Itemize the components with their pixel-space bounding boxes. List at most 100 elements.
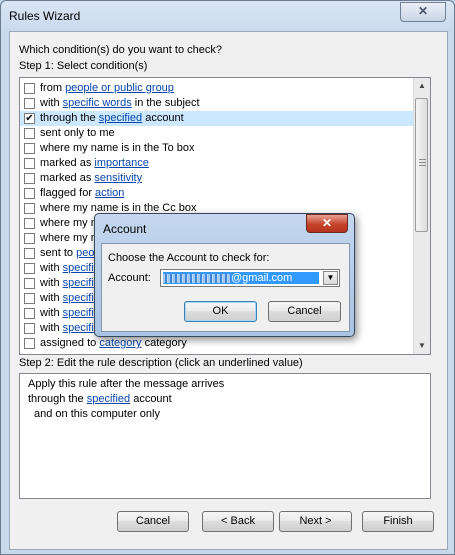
account-dialog: Account ✕ Choose the Account to check fo… bbox=[94, 213, 355, 337]
condition-item[interactable]: marked as sensitivity bbox=[20, 171, 414, 186]
window-title: Rules Wizard bbox=[9, 9, 81, 23]
condition-link[interactable]: importance bbox=[94, 157, 148, 169]
condition-text: marked as importance bbox=[40, 156, 149, 171]
conditions-scrollbar[interactable]: ▲ ▼ bbox=[413, 78, 430, 354]
condition-text: sent to peo bbox=[40, 246, 94, 261]
checkbox[interactable] bbox=[24, 128, 35, 139]
condition-label: with bbox=[40, 262, 63, 274]
condition-item[interactable]: from people or public group bbox=[20, 81, 414, 96]
condition-link[interactable]: specific words bbox=[63, 97, 132, 109]
condition-item[interactable]: sent only to me bbox=[20, 126, 414, 141]
account-domain: @gmail.com bbox=[231, 272, 293, 284]
condition-link[interactable]: category bbox=[99, 337, 141, 349]
condition-link[interactable]: action bbox=[95, 187, 124, 199]
dialog-title: Account bbox=[103, 222, 147, 236]
condition-label: with bbox=[40, 322, 63, 334]
checkbox[interactable] bbox=[24, 263, 35, 274]
condition-label: account bbox=[142, 112, 184, 124]
checkbox[interactable] bbox=[24, 173, 35, 184]
account-dropdown[interactable]: @gmail.com ▼ bbox=[160, 269, 340, 287]
condition-label: category bbox=[141, 337, 187, 349]
checkbox[interactable] bbox=[24, 233, 35, 244]
step1-label: Step 1: Select condition(s) bbox=[19, 60, 148, 72]
condition-label: marked as bbox=[40, 172, 95, 184]
condition-label: in the subject bbox=[131, 97, 200, 109]
condition-label: marked as bbox=[40, 157, 95, 169]
checkbox[interactable] bbox=[24, 83, 35, 94]
condition-link[interactable]: specifi bbox=[63, 292, 94, 304]
condition-text: with specifi bbox=[40, 291, 94, 306]
ok-button[interactable]: OK bbox=[184, 301, 257, 322]
condition-label: with bbox=[40, 277, 63, 289]
condition-text: flagged for action bbox=[40, 186, 124, 201]
condition-label: where my name is in the To box bbox=[40, 142, 195, 154]
condition-label: with bbox=[40, 292, 63, 304]
checkbox[interactable] bbox=[24, 248, 35, 259]
condition-link[interactable]: peo bbox=[76, 247, 94, 259]
conditions-question: Which condition(s) do you want to check? bbox=[19, 44, 222, 56]
condition-item[interactable]: ✔ through the specified account bbox=[20, 111, 414, 126]
condition-item[interactable]: assigned to category category bbox=[20, 336, 414, 351]
condition-label: with bbox=[40, 97, 63, 109]
condition-link[interactable]: people or public group bbox=[65, 82, 174, 94]
checkbox[interactable] bbox=[24, 188, 35, 199]
checkbox[interactable] bbox=[24, 98, 35, 109]
checkbox[interactable] bbox=[24, 308, 35, 319]
checkbox[interactable] bbox=[24, 143, 35, 154]
checkbox[interactable] bbox=[24, 158, 35, 169]
condition-text: assigned to category category bbox=[40, 336, 187, 351]
description-line-1: Apply this rule after the message arrive… bbox=[28, 378, 225, 390]
description-line-2: through the specified account bbox=[28, 393, 172, 405]
finish-button[interactable]: Finish bbox=[362, 511, 434, 532]
condition-link[interactable]: sensitivity bbox=[94, 172, 142, 184]
condition-text: from people or public group bbox=[40, 81, 174, 96]
description-text: account bbox=[130, 393, 172, 405]
dialog-close-button[interactable]: ✕ bbox=[306, 214, 348, 233]
checkbox[interactable] bbox=[24, 203, 35, 214]
dialog-body: Choose the Account to check for: Account… bbox=[101, 243, 350, 332]
condition-text: where my n bbox=[40, 216, 97, 231]
condition-text: marked as sensitivity bbox=[40, 171, 142, 186]
condition-text: through the specified account bbox=[40, 111, 184, 126]
condition-link[interactable]: specifi bbox=[63, 307, 94, 319]
condition-label: sent to bbox=[40, 247, 77, 259]
condition-text: sent only to me bbox=[40, 126, 115, 141]
rule-description-box: Apply this rule after the message arrive… bbox=[19, 373, 431, 499]
description-text: through the bbox=[28, 393, 87, 405]
dialog-cancel-button[interactable]: Cancel bbox=[268, 301, 341, 322]
checkbox[interactable] bbox=[24, 293, 35, 304]
condition-label: from bbox=[40, 82, 66, 94]
condition-item[interactable]: with specific words in the subject bbox=[20, 96, 414, 111]
scroll-thumb[interactable] bbox=[415, 98, 428, 232]
checkbox[interactable] bbox=[24, 323, 35, 334]
title-bar: Rules Wizard ✕ bbox=[1, 1, 454, 31]
condition-item[interactable]: flagged for action bbox=[20, 186, 414, 201]
scroll-up-icon[interactable]: ▲ bbox=[414, 78, 430, 94]
condition-link[interactable]: specifi bbox=[63, 262, 94, 274]
condition-text: with specific words in the subject bbox=[40, 96, 200, 111]
condition-label: flagged for bbox=[40, 187, 96, 199]
condition-item[interactable]: where my name is in the To box bbox=[20, 141, 414, 156]
condition-label: where my n bbox=[40, 217, 97, 229]
checkbox[interactable] bbox=[24, 338, 35, 349]
window-close-button[interactable]: ✕ bbox=[400, 2, 446, 22]
condition-item[interactable]: marked as importance bbox=[20, 156, 414, 171]
checkbox[interactable] bbox=[24, 218, 35, 229]
next-button[interactable]: Next > bbox=[279, 511, 352, 532]
condition-label: sent only to me bbox=[40, 127, 115, 139]
checkbox-checked[interactable]: ✔ bbox=[24, 113, 35, 124]
back-button[interactable]: < Back bbox=[202, 511, 274, 532]
condition-text: with specifi bbox=[40, 321, 94, 336]
condition-link[interactable]: specifi bbox=[63, 322, 94, 334]
chevron-down-icon[interactable]: ▼ bbox=[323, 271, 338, 285]
account-value: @gmail.com bbox=[163, 272, 319, 284]
condition-link[interactable]: specified bbox=[99, 112, 142, 124]
condition-link[interactable]: specifi bbox=[63, 277, 94, 289]
condition-text: with specifi bbox=[40, 261, 94, 276]
description-line-3: and on this computer only bbox=[34, 408, 160, 420]
scroll-down-icon[interactable]: ▼ bbox=[414, 338, 430, 354]
cancel-button[interactable]: Cancel bbox=[117, 511, 189, 532]
checkbox[interactable] bbox=[24, 278, 35, 289]
specified-account-link[interactable]: specified bbox=[87, 393, 130, 405]
condition-text: with specifi bbox=[40, 306, 94, 321]
